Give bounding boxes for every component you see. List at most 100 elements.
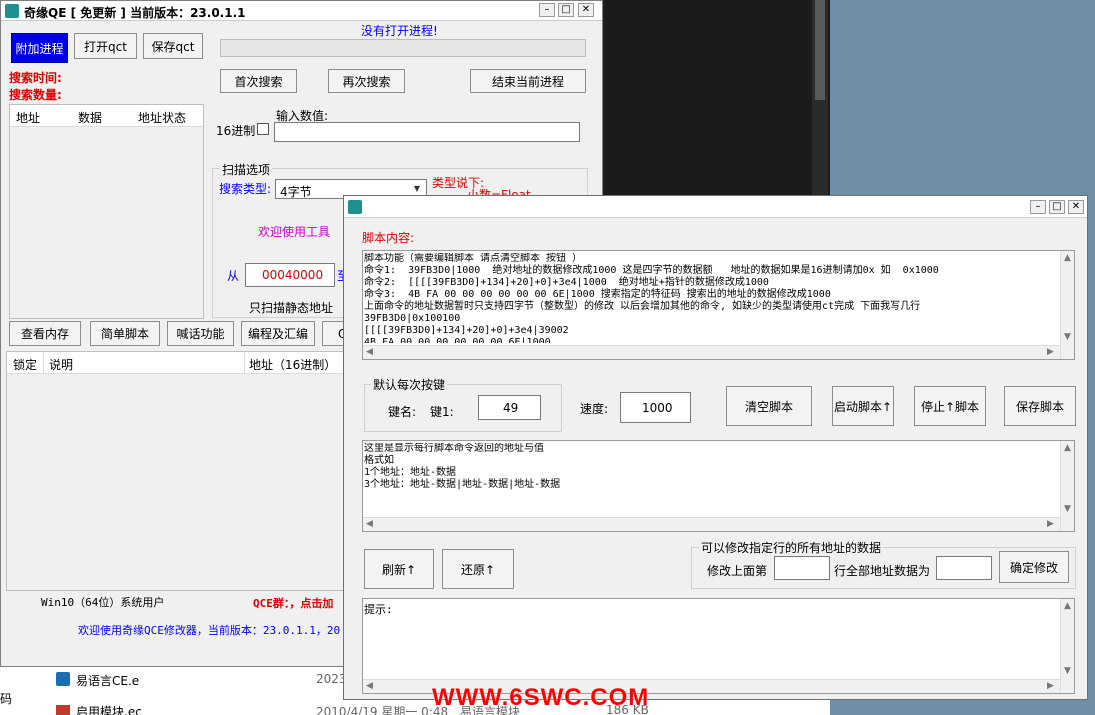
welcome-footer-text: 欢迎使用奇缘QCE修改器，当前版本：23.0.1.1，20 [78,624,341,637]
value-input[interactable] [274,122,580,142]
key1-value: 49 [503,401,519,415]
output-scrollbar-h[interactable]: ◀ ▶ [363,517,1060,531]
table-col-address[interactable]: 地址（16进制） [249,356,336,373]
speed-label: 速度: [580,402,609,416]
file-name[interactable]: 易语言CE.e [76,672,139,689]
hex-checkbox[interactable] [257,123,269,135]
end-process-button[interactable]: 结束当前进程 [470,69,586,93]
scan-options-label: 扫描选项 [220,161,273,178]
from-address-input[interactable]: 00040000 [245,263,335,287]
welcome-tool-text: 欢迎使用工具 [258,225,331,239]
stop-script-button[interactable]: 停止↑脚本 [914,386,986,426]
key-name-label: 键名: [388,405,417,419]
scroll-down-icon[interactable]: ▼ [1064,505,1071,514]
tips-label: 提示: [364,603,393,616]
first-search-button[interactable]: 首次搜索 [220,69,297,93]
scroll-right-icon[interactable]: ▶ [1047,520,1054,529]
script-text[interactable]: 脚本功能（需要编辑脚本 请点清空脚本 按钮 ） 命令1: 39FB3D0|100… [364,253,1054,343]
modify-group-label: 可以修改指定行的所有地址的数据 [699,539,884,556]
modify-prefix-label: 修改上面第 [707,564,768,578]
tab-programming[interactable]: 编程及汇编 [241,321,315,346]
default-key-label: 默认每次按键 [371,376,448,393]
table-col-desc[interactable]: 说明 [49,356,73,373]
output-box[interactable]: 这里是显示每行脚本命令返回的地址与值 格式如 1个地址：地址-数据 3个地址：地… [362,440,1075,532]
save-script-button[interactable]: 保存脚本 [1004,386,1076,426]
minimize-button[interactable]: – [1030,200,1046,214]
search-type-value: 4字节 [280,185,312,199]
output-scrollbar-v[interactable]: ▲ ▼ [1060,441,1074,531]
search-type-label: 搜索类型: [219,182,272,196]
process-status: 没有打开进程! [361,24,438,38]
hex-label: 16进制 [216,124,256,138]
column-divider [43,352,44,374]
tab-simple-script[interactable]: 简单脚本 [90,321,160,346]
modify-middle-label: 行全部地址数据为 [834,564,931,578]
tips-scrollbar-v[interactable]: ▲ ▼ [1060,599,1074,693]
attach-process-button[interactable]: 附加进程 [11,33,68,63]
app-logo-icon [5,4,19,18]
dark-panel [605,0,830,200]
progress-bar [220,39,586,57]
from-label: 从 [227,269,240,283]
chevron-down-icon[interactable]: ▼ [410,182,424,196]
clear-script-button[interactable]: 清空脚本 [726,386,812,426]
search-time-label: 搜索时间: [9,71,62,85]
scroll-left-icon[interactable]: ◀ [366,520,373,529]
scroll-down-icon[interactable]: ▼ [1064,333,1071,342]
tips-box[interactable]: 提示: ▲ ▼ ◀ ▶ [362,598,1075,694]
scroll-left-icon[interactable]: ◀ [366,682,373,691]
app-logo-icon [348,200,362,214]
key1-label: 键1: [430,405,454,419]
lock-table[interactable]: 锁定 说明 地址（16进制） [6,351,346,591]
static-only-label: 只扫描静态地址 [249,301,334,315]
script-scrollbar-h[interactable]: ◀ ▶ [363,345,1060,359]
qce-group-text: QCE群：，点击加 [253,597,334,610]
file-icon [56,672,70,686]
close-button[interactable]: ✕ [1068,200,1084,214]
file-name[interactable]: 启用模块.ec [76,703,142,715]
script-content-label: 脚本内容: [362,231,415,245]
list-col-address[interactable]: 地址 [16,109,40,126]
scroll-up-icon[interactable]: ▲ [1064,602,1071,611]
scroll-down-icon[interactable]: ▼ [1064,667,1071,676]
confirm-modify-button[interactable]: 确定修改 [999,551,1069,583]
output-text: 这里是显示每行脚本命令返回的地址与值 格式如 1个地址：地址-数据 3个地址：地… [364,443,561,490]
close-button[interactable]: ✕ [578,3,594,17]
system-user-text: Win10（64位）系统用户 [41,596,165,609]
table-col-lock[interactable]: 锁定 [13,356,37,373]
script-editor[interactable]: 脚本功能（需要编辑脚本 请点清空脚本 按钮 ） 命令1: 39FB3D0|100… [362,250,1075,360]
list-col-status[interactable]: 地址状态 [138,109,186,126]
key1-input[interactable]: 49 [478,395,541,420]
list-col-data[interactable]: 数据 [78,109,102,126]
from-address-value: 00040000 [262,268,324,282]
maximize-button[interactable]: □ [1049,200,1065,214]
maximize-button[interactable]: □ [558,3,574,17]
minimize-button[interactable]: – [539,3,555,17]
refresh-button[interactable]: 刷新↑ [364,549,434,589]
result-list[interactable]: 地址 数据 地址状态 [9,104,204,319]
scroll-up-icon[interactable]: ▲ [1064,444,1071,453]
scroll-right-icon[interactable]: ▶ [1047,682,1054,691]
modify-value-input[interactable] [936,556,992,580]
file-icon [56,705,70,715]
speed-input[interactable]: 1000 [620,392,691,423]
scroll-up-icon[interactable]: ▲ [1064,254,1071,263]
modify-row-input[interactable] [774,556,830,580]
file-date: 2023 [316,672,347,686]
start-script-button[interactable]: 启动脚本↑ [832,386,894,426]
open-qct-button[interactable]: 打开qct [74,33,137,59]
scroll-right-icon[interactable]: ▶ [1047,348,1054,357]
save-qct-button[interactable]: 保存qct [143,33,203,59]
file-date: 2010/4/19 星期一 0:48 [316,705,449,715]
explorer-left-char: 码 [0,692,13,706]
next-search-button[interactable]: 再次搜索 [328,69,405,93]
speed-value: 1000 [642,401,673,415]
restore-button[interactable]: 还原↑ [442,549,514,589]
scrollbar-thumb[interactable] [815,0,825,100]
tab-shout[interactable]: 喊话功能 [167,321,234,346]
watermark-text: WWW.6SWC.COM [432,684,650,711]
column-divider [244,352,245,374]
scroll-left-icon[interactable]: ◀ [366,348,373,357]
script-scrollbar-v[interactable]: ▲ ▼ [1060,251,1074,359]
tab-view-memory[interactable]: 查看内存 [9,321,81,346]
